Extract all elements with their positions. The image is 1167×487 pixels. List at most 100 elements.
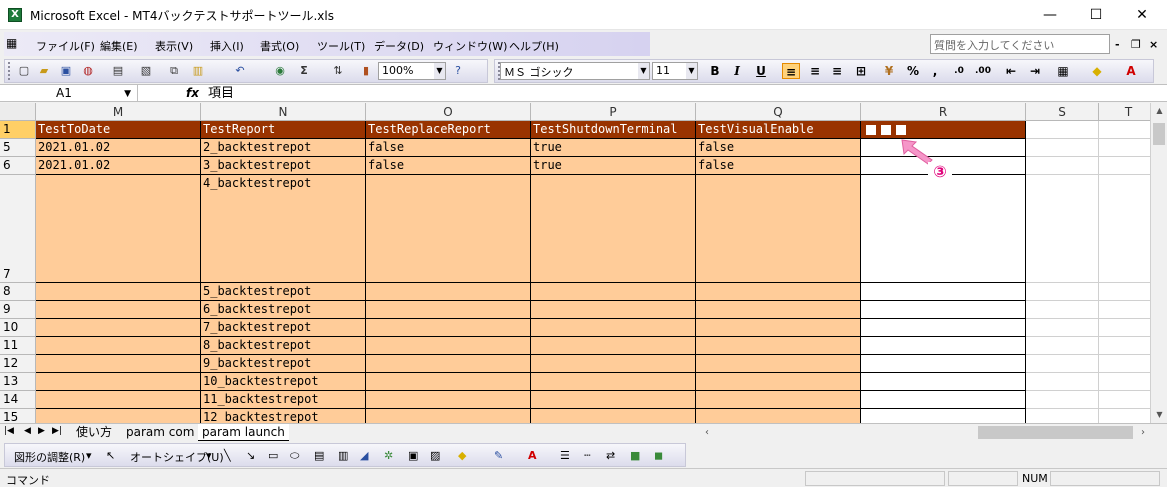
help-icon[interactable]: ? xyxy=(450,64,466,78)
data-cell[interactable] xyxy=(1099,409,1150,423)
row-header-14[interactable]: 14 xyxy=(0,391,36,409)
data-cell[interactable] xyxy=(1099,373,1150,391)
formula-input[interactable]: 項目 xyxy=(208,85,234,102)
select-all-corner[interactable] xyxy=(0,103,36,121)
data-cell[interactable] xyxy=(531,283,696,301)
select-objects-icon[interactable]: ↖ xyxy=(106,449,115,462)
italic-button[interactable]: I xyxy=(728,63,746,79)
data-cell[interactable] xyxy=(36,283,201,301)
vertical-scroll-thumb[interactable] xyxy=(1153,123,1165,145)
chart-wizard-icon[interactable]: ▮ xyxy=(358,64,374,78)
data-cell[interactable] xyxy=(1099,121,1150,139)
data-cell[interactable] xyxy=(1099,391,1150,409)
data-cell[interactable]: 2_backtestrepot xyxy=(201,139,366,157)
textbox-icon[interactable]: ▤ xyxy=(314,449,324,462)
column-header-s[interactable]: S xyxy=(1026,103,1099,121)
data-cell[interactable] xyxy=(1026,283,1099,301)
data-cell[interactable] xyxy=(696,391,861,409)
row-header-7[interactable]: 7 xyxy=(0,175,36,283)
paste-icon[interactable]: ▥ xyxy=(190,64,206,78)
data-cell[interactable] xyxy=(531,319,696,337)
font-name-combo[interactable]: ＭＳ ゴシック ▼ xyxy=(500,62,650,80)
name-box[interactable]: A1 ▼ xyxy=(4,85,138,102)
prev-sheet-icon[interactable]: ◀ xyxy=(24,426,31,436)
data-cell[interactable] xyxy=(1026,301,1099,319)
row-header-10[interactable]: 10 xyxy=(0,319,36,337)
data-cell[interactable] xyxy=(366,337,531,355)
data-cell[interactable]: 3_backtestrepot xyxy=(201,157,366,175)
data-cell[interactable] xyxy=(531,373,696,391)
data-cell[interactable] xyxy=(366,355,531,373)
diagram-icon[interactable]: ✲ xyxy=(384,449,393,462)
data-cell[interactable] xyxy=(1099,319,1150,337)
chevron-down-icon[interactable]: ▼ xyxy=(124,86,131,102)
align-center-button[interactable]: ≡ xyxy=(806,63,824,79)
column-header-o[interactable]: O xyxy=(366,103,531,121)
data-cell[interactable] xyxy=(1026,391,1099,409)
new-icon[interactable]: ▢ xyxy=(16,64,32,78)
line-icon[interactable]: ╲ xyxy=(224,449,231,462)
column-header-q[interactable]: Q xyxy=(696,103,861,121)
scroll-left-icon[interactable]: ‹ xyxy=(700,425,714,440)
arrow-style-icon[interactable]: ⇄ xyxy=(606,449,615,462)
data-cell[interactable] xyxy=(366,373,531,391)
data-cell[interactable]: false xyxy=(696,157,861,175)
data-cell[interactable] xyxy=(366,301,531,319)
data-cell[interactable] xyxy=(861,409,1026,423)
copy-icon[interactable]: ⧉ xyxy=(166,64,182,78)
row-header-8[interactable]: 8 xyxy=(0,283,36,301)
data-cell[interactable] xyxy=(861,319,1026,337)
menu-data[interactable]: データ(D) xyxy=(374,38,424,54)
chevron-down-icon[interactable]: ▼ xyxy=(638,63,649,79)
permission-icon[interactable]: ◍ xyxy=(80,64,96,78)
data-cell[interactable] xyxy=(531,355,696,373)
data-cell[interactable]: false xyxy=(366,139,531,157)
data-cell[interactable] xyxy=(1099,301,1150,319)
data-cell[interactable] xyxy=(1099,355,1150,373)
align-right-button[interactable]: ≡ xyxy=(828,63,846,79)
scroll-right-icon[interactable]: › xyxy=(1136,425,1150,440)
data-cell[interactable] xyxy=(1026,355,1099,373)
data-cell[interactable] xyxy=(531,391,696,409)
menu-insert[interactable]: 挿入(I) xyxy=(210,38,244,54)
data-cell[interactable]: 9_backtestrepot xyxy=(201,355,366,373)
currency-icon[interactable]: ¥ xyxy=(880,63,898,79)
rectangle-icon[interactable]: ▭ xyxy=(268,449,278,462)
header-cell-p[interactable]: TestShutdownTerminal xyxy=(531,121,696,139)
data-cell[interactable] xyxy=(1099,139,1150,157)
close-button[interactable]: ✕ xyxy=(1119,0,1165,30)
data-cell[interactable] xyxy=(531,337,696,355)
percent-button[interactable]: % xyxy=(904,63,922,79)
data-cell[interactable]: 8_backtestrepot xyxy=(201,337,366,355)
data-cell[interactable] xyxy=(36,301,201,319)
sort-ascending-icon[interactable]: ⇅ xyxy=(330,64,346,78)
merge-center-button[interactable]: ⊞ xyxy=(852,63,870,79)
data-cell[interactable] xyxy=(366,175,531,283)
data-cell[interactable] xyxy=(1099,337,1150,355)
menu-edit[interactable]: 編集(E) xyxy=(100,38,138,54)
data-cell[interactable] xyxy=(696,301,861,319)
chevron-down-icon[interactable]: ▼ xyxy=(686,63,697,79)
row-header-12[interactable]: 12 xyxy=(0,355,36,373)
data-cell[interactable] xyxy=(36,409,201,423)
data-cell[interactable] xyxy=(696,355,861,373)
data-cell[interactable] xyxy=(696,175,861,283)
data-cell[interactable] xyxy=(1026,175,1099,283)
menu-window[interactable]: ウィンドウ(W) xyxy=(433,38,507,54)
data-cell[interactable] xyxy=(861,283,1026,301)
dash-style-icon[interactable]: ┄ xyxy=(584,449,591,462)
data-cell[interactable] xyxy=(36,373,201,391)
data-cell[interactable] xyxy=(861,337,1026,355)
first-sheet-icon[interactable]: |◀ xyxy=(4,426,14,436)
scroll-up-icon[interactable]: ▲ xyxy=(1151,103,1167,119)
data-cell[interactable] xyxy=(696,283,861,301)
row-header-13[interactable]: 13 xyxy=(0,373,36,391)
chevron-down-icon[interactable]: ▾ xyxy=(206,449,212,462)
data-cell[interactable] xyxy=(861,355,1026,373)
bold-button[interactable]: B xyxy=(706,63,724,79)
toolbar-grip[interactable] xyxy=(8,62,14,80)
data-cell[interactable] xyxy=(696,319,861,337)
column-header-p[interactable]: P xyxy=(531,103,696,121)
save-icon[interactable]: ▣ xyxy=(58,64,74,78)
fill-color-icon[interactable]: ◆ xyxy=(1088,63,1106,79)
